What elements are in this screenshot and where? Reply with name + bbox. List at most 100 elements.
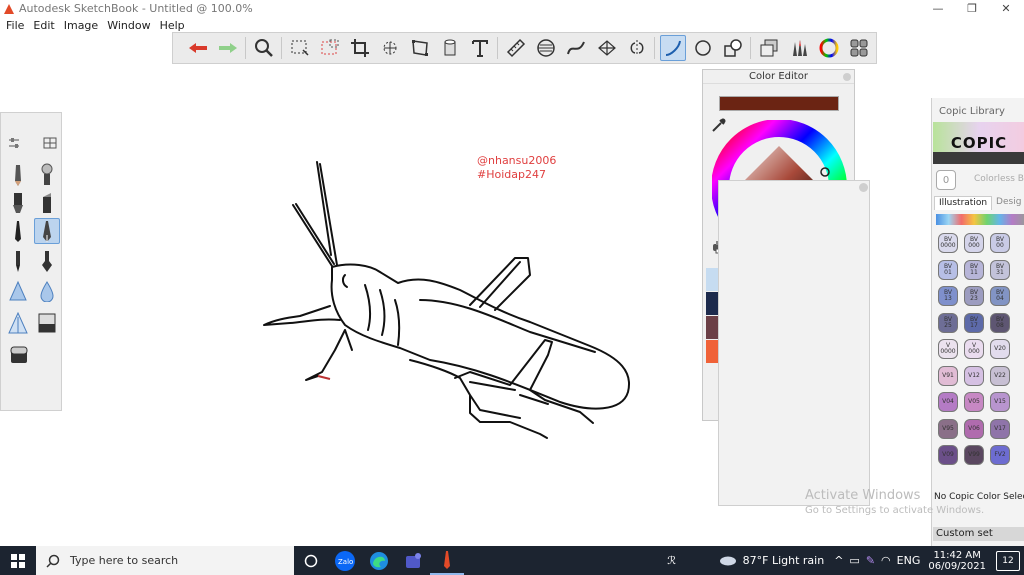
task-view-icon[interactable] [294,546,328,575]
zalo-icon[interactable]: Zalo [328,546,362,575]
copic-marker[interactable]: FV2 [990,445,1010,465]
copic-marker[interactable]: BV 31 [990,259,1010,280]
copic-marker[interactable]: V04 [938,392,958,412]
menu-window[interactable]: Window [107,19,150,32]
perspective-icon[interactable] [594,35,620,61]
redo-icon[interactable] [215,35,241,61]
fountain-pen-tool-icon[interactable] [34,248,60,274]
teams-icon[interactable] [396,546,430,575]
blur-tool-icon[interactable] [34,278,60,304]
sharpen-tool-icon[interactable] [5,310,31,336]
copic-marker[interactable]: V99 [964,445,984,465]
copic-marker[interactable]: BV 17 [964,312,984,333]
select-icon[interactable] [287,35,313,61]
fill-icon[interactable] [437,35,463,61]
windows-start-icon[interactable] [0,546,36,575]
sketchbook-taskbar-icon[interactable] [430,546,464,575]
clock[interactable]: 11:42 AM 06/09/2021 [928,550,986,572]
brush-library-icon[interactable] [786,35,812,61]
line-icon[interactable] [659,35,686,61]
distort-icon[interactable] [407,35,433,61]
copic-marker[interactable]: BV 11 [964,259,984,280]
copic-icon[interactable] [846,35,872,61]
custom-set-button[interactable]: Custom set [933,527,1024,541]
colorless-blender-marker[interactable]: 0 [936,170,956,190]
circle-icon[interactable] [690,35,716,61]
shape-icon[interactable] [720,35,746,61]
pen-icon[interactable]: ✎ [866,554,875,567]
copic-marker[interactable]: BV 13 [938,286,958,306]
copic-marker[interactable]: V12 [964,365,984,386]
people-icon[interactable]: ℛ [655,546,689,575]
copic-marker[interactable]: V17 [990,418,1010,439]
copic-marker[interactable]: V 0000 [938,339,958,359]
copic-color-family-bar[interactable] [936,214,1024,225]
copic-marker[interactable]: V22 [990,365,1010,386]
marker-tool-icon[interactable] [5,190,31,216]
copic-marker[interactable]: BV 000 [964,233,984,253]
close-panel-icon[interactable] [859,183,868,192]
current-color-swatch[interactable] [719,96,839,111]
close-button[interactable]: ✕ [988,0,1024,17]
close-panel-icon[interactable] [843,73,851,81]
ellipse-guide-icon[interactable] [534,35,560,61]
menu-file[interactable]: File [6,19,24,32]
undo-icon[interactable] [185,35,211,61]
copic-marker[interactable]: BV 04 [990,286,1010,306]
minimize-button[interactable]: — [920,0,956,17]
copic-marker[interactable]: BV 01 [938,259,958,280]
brush-tool-icon[interactable] [5,218,31,244]
taskbar-search-box[interactable]: Type here to search [36,546,294,575]
ink-pen-tool-icon[interactable] [33,218,60,244]
text-icon[interactable] [467,35,493,61]
symmetry-icon[interactable] [624,35,650,61]
transform-icon[interactable] [377,35,403,61]
tab-illustration[interactable]: Illustration [934,196,993,210]
copic-marker[interactable]: V15 [990,392,1010,412]
layers-icon[interactable] [756,35,782,61]
copic-marker[interactable]: V20 [990,339,1010,359]
fineliner-tool-icon[interactable] [5,248,31,274]
copic-marker[interactable]: V09 [938,445,958,465]
copic-marker[interactable]: BV 00 [990,233,1010,253]
notification-center-icon[interactable]: 12 [996,550,1020,571]
copic-marker[interactable]: BV 08 [990,312,1010,333]
chevron-up-icon[interactable]: ^ [834,554,843,567]
menu-edit[interactable]: Edit [33,19,54,32]
color-wheel-icon[interactable] [816,35,842,61]
copic-marker[interactable]: V95 [938,418,958,439]
tab-design[interactable]: Desig [992,196,1024,210]
copic-marker[interactable]: BV 25 [938,312,958,333]
ruler-icon[interactable] [503,35,529,61]
french-curve-icon[interactable] [564,35,590,61]
battery-icon[interactable]: ▭ [849,554,859,567]
drawing-canvas[interactable]: @nhansu2006 #Hoidap247 [0,65,1024,546]
wifi-icon[interactable]: ◠ [881,554,891,567]
toolbar-divider [245,37,247,59]
chisel-marker-tool-icon[interactable] [34,190,60,216]
eraser-tool-icon[interactable] [34,310,60,336]
airbrush-tool-icon[interactable] [34,162,60,188]
menu-image[interactable]: Image [64,19,98,32]
hard-eraser-tool-icon[interactable] [6,342,32,368]
copic-marker[interactable]: V91 [938,365,958,386]
zoom-icon[interactable] [251,35,277,61]
sliders-icon[interactable] [7,137,21,149]
grid-view-icon[interactable] [43,137,57,149]
edge-browser-icon[interactable] [362,546,396,575]
copic-marker[interactable]: V 000 [964,339,984,359]
copic-marker[interactable]: BV 0000 [938,233,958,253]
lasso-icon[interactable] [317,35,343,61]
menu-help[interactable]: Help [160,19,185,32]
copic-marker[interactable]: V06 [964,418,984,439]
maximize-button[interactable]: ❐ [954,0,990,17]
weather-text[interactable]: 87°F Light rain [743,554,825,567]
activate-windows-title: Activate Windows [805,488,921,503]
crop-icon[interactable] [347,35,373,61]
watermark-line-2: #Hoidap247 [477,168,546,181]
language-indicator[interactable]: ENG [897,554,921,567]
smudge-tool-icon[interactable] [5,278,31,304]
copic-marker[interactable]: BV 23 [964,286,984,306]
copic-marker[interactable]: V05 [964,392,984,412]
pencil-tool-icon[interactable] [5,162,31,188]
